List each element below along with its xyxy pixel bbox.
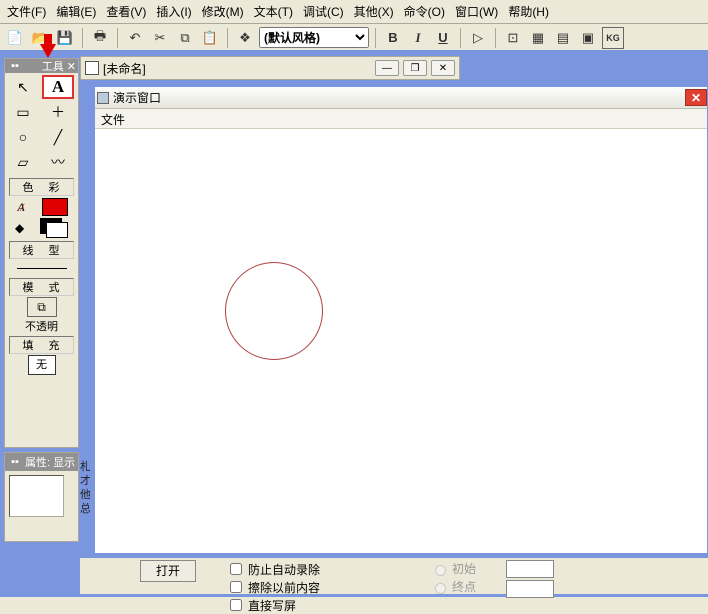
underline-button[interactable]: U — [432, 27, 454, 49]
clip-line: 总 — [80, 502, 90, 516]
menu-file[interactable]: 文件(F) — [4, 2, 49, 21]
save-button[interactable]: 💾 — [54, 27, 76, 49]
demo-window-menubar: 文件 — [95, 109, 707, 129]
mode-preview-icon[interactable]: ⧉ — [27, 297, 57, 317]
chk-direct-screen[interactable]: 直接写屏 — [226, 596, 320, 614]
toolbar-separator — [227, 28, 228, 48]
radio-initial[interactable]: 初始 — [430, 560, 476, 577]
chk-erase-prev[interactable]: 擦除以前内容 — [226, 578, 320, 596]
style-select[interactable]: (默认风格) — [259, 27, 369, 48]
clipped-background-text: 札 才 他 总 — [80, 460, 90, 550]
fill-none-button[interactable]: 无 — [28, 355, 56, 375]
grid1-button[interactable]: ▦ — [527, 27, 549, 49]
play-button[interactable]: ▷ — [467, 27, 489, 49]
new-button[interactable]: 📄 — [4, 27, 26, 49]
bg-swatch-stack[interactable] — [40, 218, 68, 238]
grid3-button[interactable]: ▣ — [577, 27, 599, 49]
maximize-button[interactable]: ❐ — [403, 60, 427, 76]
brush-button[interactable]: ❖ — [234, 27, 256, 49]
italic-button[interactable]: I — [407, 27, 429, 49]
menu-insert[interactable]: 插入(I) — [153, 2, 194, 21]
toolbox-title-text: 工具 ✕ — [42, 58, 76, 74]
property-panel-title: ▪▪ 属性: 显示 — [5, 453, 78, 471]
text-tool[interactable]: A — [42, 75, 74, 99]
toolbox-title: ▪▪ 工具 ✕ — [5, 59, 78, 73]
mdi-child-titlebar[interactable]: [未命名] — ❐ ✕ — [80, 56, 460, 80]
menu-window[interactable]: 窗口(W) — [452, 2, 501, 21]
edge-input-2[interactable] — [506, 580, 554, 598]
menu-other[interactable]: 其他(X) — [351, 2, 397, 21]
menu-bar: 文件(F) 编辑(E) 查看(V) 插入(I) 修改(M) 文本(T) 调试(C… — [0, 0, 708, 24]
mode-label: 不透明 — [5, 318, 78, 334]
property-preview — [9, 475, 64, 517]
toolbar-separator — [460, 28, 461, 48]
open-file-button[interactable]: 打开 — [140, 560, 196, 582]
property-panel: ▪▪ 属性: 显示 — [4, 452, 79, 542]
copy-button[interactable]: ⧉ — [174, 27, 196, 49]
close-button[interactable]: ✕ — [431, 60, 455, 76]
line-style-preview[interactable] — [17, 268, 67, 269]
fill-section-label: 填 充 — [9, 336, 74, 354]
color-section-label: 色 彩 — [9, 178, 74, 196]
clip-line: 他 — [80, 488, 90, 502]
drawn-circle-shape — [225, 262, 323, 360]
menu-view[interactable]: 查看(V) — [103, 2, 149, 21]
annotation-arrow-icon — [40, 44, 56, 58]
main-toolbar: 📄 📂 💾 🖶 ↶ ✂ ⧉ 📋 ❖ (默认风格) B I U ▷ ⊡ ▦ ▤ ▣… — [0, 24, 708, 52]
menu-edit[interactable]: 编辑(E) — [53, 2, 99, 21]
cut-button[interactable]: ✂ — [149, 27, 171, 49]
menu-help[interactable]: 帮助(H) — [505, 2, 552, 21]
edge-input-1[interactable] — [506, 560, 554, 578]
curve-tool[interactable]: 〰 — [42, 150, 74, 174]
menu-text[interactable]: 文本(T) — [251, 2, 296, 21]
line-section-label: 线 型 — [9, 241, 74, 259]
undo-button[interactable]: ↶ — [124, 27, 146, 49]
ellipse-tool[interactable]: ○ — [7, 125, 39, 149]
property-title-text: 属性: 显示 — [25, 454, 75, 470]
foreground-swatch[interactable] — [42, 198, 68, 216]
toolbox-panel: ▪▪ 工具 ✕ ↖ A ▭ ＋ ○ ╱ ▱ 〰 色 彩 A ◆ 线 型 模 式 … — [4, 58, 79, 448]
bottom-options-strip: 打开 防止自动录除 擦除以前内容 直接写屏 初始 终点 — [80, 558, 708, 594]
menu-modify[interactable]: 修改(M) — [199, 2, 247, 21]
toolbar-separator — [117, 28, 118, 48]
panel-grip-icon: ▪▪ — [7, 58, 23, 74]
radio-end[interactable]: 终点 — [430, 578, 476, 595]
chk-prevent-auto[interactable]: 防止自动录除 — [226, 560, 320, 578]
text-color-tool[interactable]: A — [15, 200, 24, 215]
clip-line: 札 — [80, 460, 90, 474]
clip-line: 才 — [80, 474, 90, 488]
mode-section-label: 模 式 — [9, 278, 74, 296]
toolbar-separator — [495, 28, 496, 48]
document-icon — [85, 61, 99, 75]
toolbar-separator — [82, 28, 83, 48]
panel-grip-icon: ▪▪ — [7, 454, 23, 470]
document-title: [未命名] — [103, 60, 375, 77]
roundrect-tool[interactable]: ▱ — [7, 150, 39, 174]
menu-command[interactable]: 命令(O) — [401, 2, 448, 21]
bold-button[interactable]: B — [382, 27, 404, 49]
pointer-tool[interactable]: ↖ — [7, 75, 39, 99]
paste-button[interactable]: 📋 — [199, 27, 221, 49]
kg-button[interactable]: KG — [602, 27, 624, 49]
grid2-button[interactable]: ▤ — [552, 27, 574, 49]
crosshair-tool[interactable]: ＋ — [42, 100, 74, 124]
toolbar-separator — [375, 28, 376, 48]
demo-canvas[interactable] — [95, 129, 707, 553]
window-icon — [97, 92, 109, 104]
print-button[interactable]: 🖶 — [89, 27, 111, 49]
tool-grid: ↖ A ▭ ＋ ○ ╱ ▱ 〰 — [5, 73, 78, 176]
target-button[interactable]: ⊡ — [502, 27, 524, 49]
demo-window: 演示窗口 ✕ 文件 — [94, 86, 708, 554]
rectangle-tool[interactable]: ▭ — [7, 100, 39, 124]
demo-menu-file[interactable]: 文件 — [101, 113, 125, 127]
minimize-button[interactable]: — — [375, 60, 399, 76]
demo-close-button[interactable]: ✕ — [685, 89, 707, 106]
menu-debug[interactable]: 调试(C) — [300, 2, 347, 21]
line-tool[interactable]: ╱ — [42, 125, 74, 149]
fill-tool-icon[interactable]: ◆ — [15, 221, 24, 235]
demo-window-title: 演示窗口 — [113, 89, 161, 106]
demo-window-titlebar[interactable]: 演示窗口 ✕ — [95, 87, 707, 109]
